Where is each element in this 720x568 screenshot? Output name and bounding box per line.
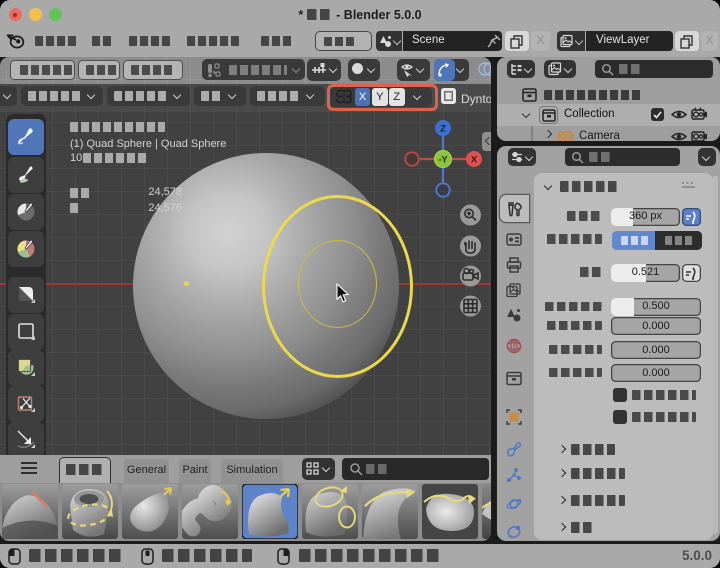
svg-text:Z: Z bbox=[440, 124, 446, 135]
svg-text:-Y: -Y bbox=[439, 155, 448, 165]
svg-text:X: X bbox=[471, 155, 478, 166]
